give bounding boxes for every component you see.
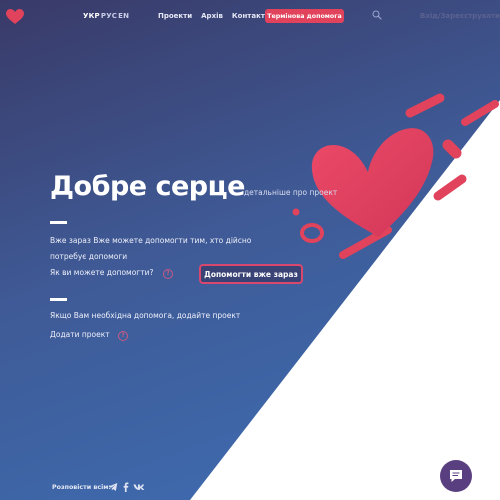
intro-text: Вже зараз Вже можете допомогти тим, хто … <box>50 236 252 261</box>
site-header: УКРРУСEN Проекти Архів Контакти Термінов… <box>0 0 500 34</box>
telegram-icon[interactable] <box>108 482 118 492</box>
login-link[interactable]: Вхід/Зареєструватися <box>420 12 500 20</box>
search-icon[interactable] <box>372 10 382 20</box>
lang-en[interactable]: EN <box>118 12 129 20</box>
about-project-link[interactable]: детальніше про проект <box>244 188 337 197</box>
page-title: Добре серце <box>50 171 245 202</box>
how-help-question[interactable]: Як ви можете допомогти? <box>50 268 153 277</box>
add-project-link[interactable]: Додати проект <box>50 330 110 339</box>
heart-logo-icon[interactable] <box>6 9 24 25</box>
vk-icon[interactable] <box>133 482 146 492</box>
help-now-button[interactable]: Допомогти вже зараз <box>199 264 303 284</box>
chat-button[interactable] <box>440 460 472 492</box>
nav-projects[interactable]: Проекти <box>158 12 192 20</box>
divider-dash <box>50 298 67 301</box>
language-switcher: УКРРУСEN <box>83 12 130 20</box>
info-icon[interactable]: ? <box>118 331 128 341</box>
info-icon[interactable]: ? <box>163 269 173 279</box>
lang-rus[interactable]: РУС <box>101 12 117 20</box>
lang-ukr[interactable]: УКР <box>83 12 100 20</box>
nav-archive[interactable]: Архів <box>201 12 223 20</box>
share-label: Розповісти всім: <box>52 484 111 491</box>
chat-icon <box>450 470 462 482</box>
divider-dash <box>50 221 67 224</box>
facebook-icon[interactable] <box>121 482 131 492</box>
main-nav: Проекти Архів Контакти <box>158 12 270 20</box>
urgent-help-button[interactable]: Термінова допомога <box>265 9 344 23</box>
need-help-text: Якщо Вам необхідна допомога, додайте про… <box>50 311 241 320</box>
